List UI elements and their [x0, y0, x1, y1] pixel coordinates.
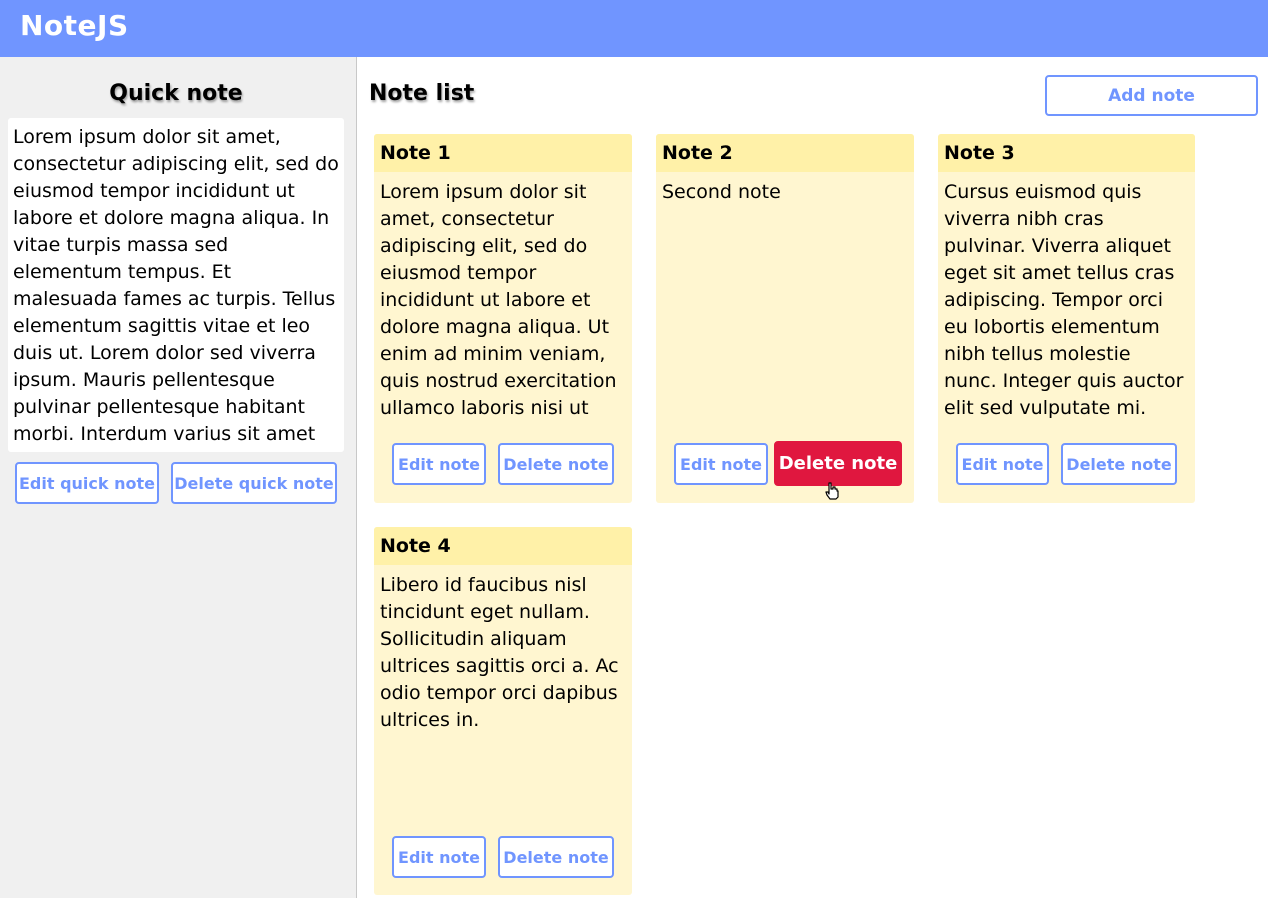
note-card: Note 2 Second note Edit note Delete note — [656, 134, 914, 503]
note-list-title: Note list — [369, 81, 475, 106]
note-title: Note 4 — [374, 527, 632, 565]
delete-note-button[interactable]: Delete note — [774, 441, 902, 486]
hand-pointer-icon — [825, 482, 839, 500]
quick-note-sidebar: Quick note Lorem ipsum dolor sit amet, c… — [0, 57, 357, 898]
delete-quick-note-button[interactable]: Delete quick note — [171, 462, 337, 504]
edit-note-button[interactable]: Edit note — [674, 443, 768, 485]
note-card: Note 3 Cursus euismod quis viverra nibh … — [938, 134, 1195, 503]
note-card: Note 4 Libero id faucibus nisl tincidunt… — [374, 527, 632, 895]
note-title: Note 3 — [938, 134, 1195, 172]
quick-note-text: Lorem ipsum dolor sit amet, consectetur … — [8, 118, 344, 452]
note-text: Cursus euismod quis viverra nibh cras pu… — [944, 181, 1184, 419]
delete-note-button[interactable]: Delete note — [498, 443, 614, 485]
add-note-button[interactable]: Add note — [1045, 75, 1258, 116]
note-title: Note 2 — [656, 134, 914, 172]
app-title: NoteJS — [20, 9, 129, 42]
delete-note-button[interactable]: Delete note — [498, 836, 614, 878]
note-text: Libero id faucibus nisl tincidunt eget n… — [380, 574, 619, 731]
note-card: Note 1 Lorem ipsum dolor sit amet, conse… — [374, 134, 632, 503]
quick-note-title: Quick note — [109, 81, 243, 106]
note-text: Second note — [662, 181, 781, 203]
edit-note-button[interactable]: Edit note — [392, 836, 486, 878]
edit-quick-note-button[interactable]: Edit quick note — [15, 462, 159, 504]
app-header: NoteJS — [0, 0, 1268, 57]
edit-note-button[interactable]: Edit note — [956, 443, 1049, 485]
edit-note-button[interactable]: Edit note — [392, 443, 486, 485]
note-text: Lorem ipsum dolor sit amet, consectetur … — [380, 181, 617, 419]
note-title: Note 1 — [374, 134, 632, 172]
delete-note-button[interactable]: Delete note — [1061, 443, 1177, 485]
